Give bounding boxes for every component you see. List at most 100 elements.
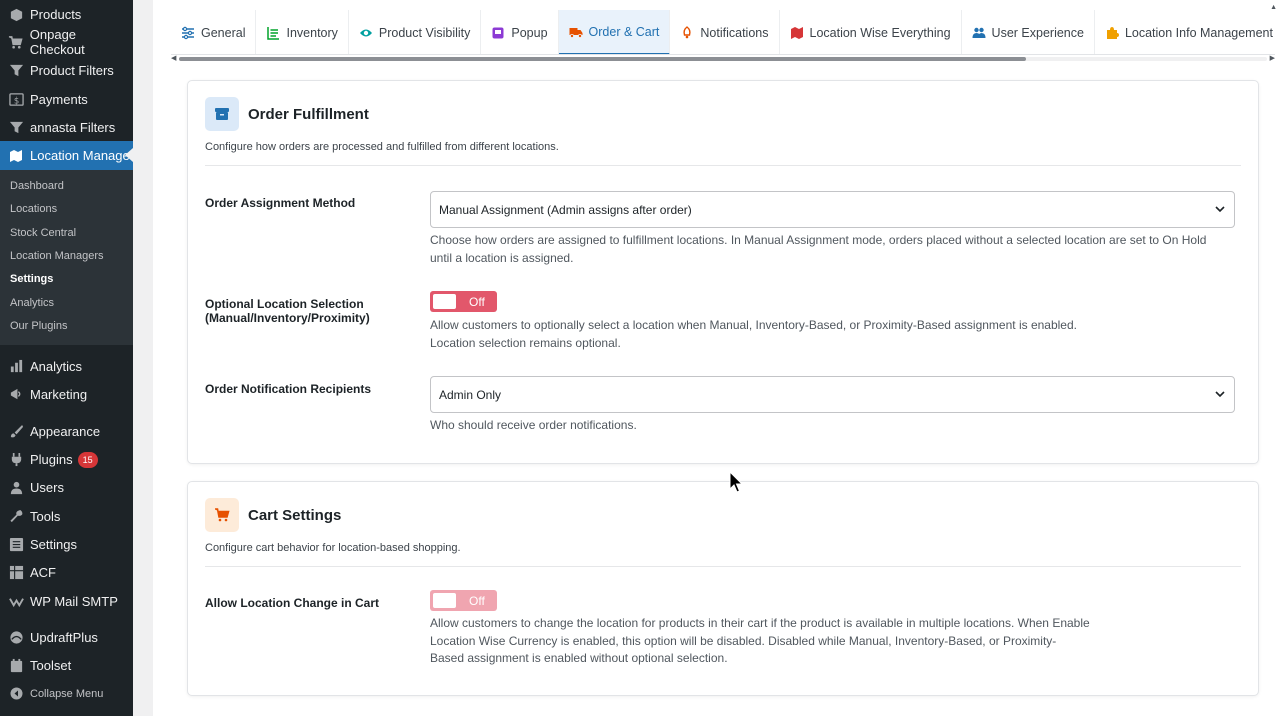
sidebar-item-payments[interactable]: $ Payments <box>0 85 133 113</box>
puzzle-icon <box>1105 26 1119 40</box>
sidebar-item-appearance[interactable]: Appearance <box>0 417 133 445</box>
cart-settings-card: Cart Settings Configure cart behavior fo… <box>187 481 1259 696</box>
sidebar-item-label: Plugins <box>30 452 73 468</box>
toggle-knob <box>433 294 456 309</box>
tab-inventory[interactable]: Inventory <box>256 10 349 54</box>
tab-product-visibility[interactable]: Product Visibility <box>349 10 482 54</box>
notification-recipients-select[interactable]: Admin Only <box>430 376 1235 413</box>
sidebar-item-product-filters[interactable]: Product Filters <box>0 57 133 85</box>
megaphone-icon <box>8 387 24 403</box>
divider <box>205 566 1241 567</box>
select-value: Admin Only <box>439 387 502 402</box>
horizontal-scrollbar[interactable]: ◀ ▶ <box>171 54 1275 62</box>
sidebar-item-label: Product Filters <box>30 63 114 79</box>
collapse-icon <box>8 686 24 702</box>
popup-icon <box>491 26 505 40</box>
tab-general[interactable]: General <box>171 10 257 54</box>
submenu-item-dashboard[interactable]: Dashboard <box>0 175 133 198</box>
cart-icon <box>205 498 239 532</box>
sidebar-item-label: Products <box>30 6 82 22</box>
sidebar-item-label: Appearance <box>30 423 101 439</box>
sidebar-item-annasta-filters[interactable]: annasta Filters <box>0 113 133 141</box>
notification-recipients-help: Who should receive order notifications. <box>430 418 637 432</box>
sidebar-item-updraftplus[interactable]: UpdraftPlus <box>0 623 133 651</box>
submenu-item-stock-central[interactable]: Stock Central <box>0 222 133 245</box>
sidebar-item-label: Onpage Checkout <box>29 27 85 58</box>
order-assignment-label: Order Assignment Method <box>205 196 356 210</box>
sidebar-item-label: Tools <box>30 508 61 524</box>
order-assignment-help: Choose how orders are assigned to fulfil… <box>430 233 1207 265</box>
submenu-item-location-managers[interactable]: Location Managers <box>0 245 133 268</box>
optional-location-toggle[interactable]: Off <box>430 291 497 312</box>
sliders-icon <box>181 26 195 40</box>
products-icon <box>8 6 24 22</box>
sidebar-item-toolset[interactable]: Toolset <box>0 651 133 679</box>
scrollbar-thumb[interactable] <box>179 57 1026 61</box>
scroll-right-arrow[interactable]: ▶ <box>1270 54 1275 62</box>
tab-label: Product Visibility <box>378 25 471 40</box>
sidebar-item-analytics[interactable]: Analytics <box>0 353 133 381</box>
tab-label: Popup <box>511 25 548 40</box>
tab-location-info-management[interactable]: Location Info Management <box>1095 10 1275 54</box>
location-submenu: Dashboard Locations Stock Central Location … <box>0 169 133 345</box>
tab-label: Notifications <box>700 25 769 40</box>
submenu-item-analytics[interactable]: Analytics <box>0 292 133 315</box>
tab-label: Location Info Management <box>1124 25 1273 40</box>
submenu-item-settings[interactable]: Settings <box>0 268 133 291</box>
update-count-badge: 15 <box>77 451 98 468</box>
sidebar-item-label: Payments <box>30 91 88 107</box>
tab-order-cart[interactable]: Order & Cart <box>558 10 671 54</box>
scroll-up-arrow[interactable]: ▲ <box>1270 4 1277 11</box>
tab-notifications[interactable]: Notifications <box>670 10 780 54</box>
chevron-down-icon <box>1214 203 1226 218</box>
sidebar-item-wp-mail-smtp[interactable]: WP Mail SMTP <box>0 587 133 615</box>
admin-sidebar: Products Onpage Checkout Product Filters $ P… <box>0 0 133 716</box>
sidebar-item-tools[interactable]: Tools <box>0 502 133 530</box>
settings-tabs: General Inventory Product Visibility Popup O… <box>171 10 1275 55</box>
sidebar-item-products[interactable]: Products <box>0 0 133 28</box>
sidebar-item-onpage-checkout[interactable]: Onpage Checkout <box>0 27 133 58</box>
scroll-left-arrow[interactable]: ◀ <box>171 54 176 62</box>
sidebar-item-label: annasta Filters <box>30 119 116 135</box>
cart-icon <box>8 34 24 50</box>
collapse-menu-button[interactable]: Collapse Menu <box>0 680 133 708</box>
sidebar-item-users[interactable]: Users <box>0 474 133 502</box>
card-title: Cart Settings <box>248 506 342 524</box>
tab-popup[interactable]: Popup <box>481 10 559 54</box>
card-title: Order Fulfillment <box>248 105 369 123</box>
main-content: General Inventory Product Visibility Popup O… <box>153 0 1280 716</box>
sidebar-item-marketing[interactable]: Marketing <box>0 381 133 409</box>
tab-location-wise-everything[interactable]: Location Wise Everything <box>780 10 962 54</box>
sidebar-item-label: UpdraftPlus <box>30 629 98 645</box>
tab-user-experience[interactable]: User Experience <box>962 10 1095 54</box>
truck-icon <box>569 25 583 39</box>
toggle-label: Off <box>469 593 485 608</box>
acf-icon <box>8 565 24 581</box>
updraft-icon <box>8 629 24 645</box>
map-icon <box>790 26 804 40</box>
sidebar-item-label: WP Mail SMTP <box>30 593 118 609</box>
brush-icon <box>8 423 24 439</box>
allow-location-change-toggle[interactable]: Off <box>430 590 497 611</box>
help-line-1: Allow customers to optionally select a l… <box>430 318 1077 332</box>
dollar-icon: $ <box>8 91 24 107</box>
mouse-cursor <box>729 470 744 496</box>
toggle-knob <box>433 593 456 608</box>
order-assignment-select[interactable]: Manual Assignment (Admin assigns after o… <box>430 191 1235 228</box>
mail-icon <box>8 593 24 609</box>
divider <box>205 165 1241 166</box>
card-description: Configure cart behavior for location-bas… <box>205 542 461 554</box>
sidebar-item-acf[interactable]: ACF <box>0 559 133 587</box>
tab-label: General <box>201 25 246 40</box>
sidebar-item-label: Toolset <box>30 658 72 674</box>
toolset-icon <box>8 658 24 674</box>
allow-location-change-label: Allow Location Change in Cart <box>205 596 380 610</box>
optional-location-label: Optional Location Selection (Manual/Inve… <box>205 297 370 325</box>
sidebar-item-settings[interactable]: Settings <box>0 530 133 558</box>
location-icon <box>8 148 24 164</box>
submenu-item-our-plugins[interactable]: Our Plugins <box>0 315 133 338</box>
sidebar-item-location-manage[interactable]: Location Manage <box>0 141 133 170</box>
submenu-item-locations[interactable]: Locations <box>0 198 133 221</box>
sidebar-item-plugins[interactable]: Plugins 15 <box>0 445 133 473</box>
order-fulfillment-card: Order Fulfillment Configure how orders a… <box>187 80 1259 464</box>
